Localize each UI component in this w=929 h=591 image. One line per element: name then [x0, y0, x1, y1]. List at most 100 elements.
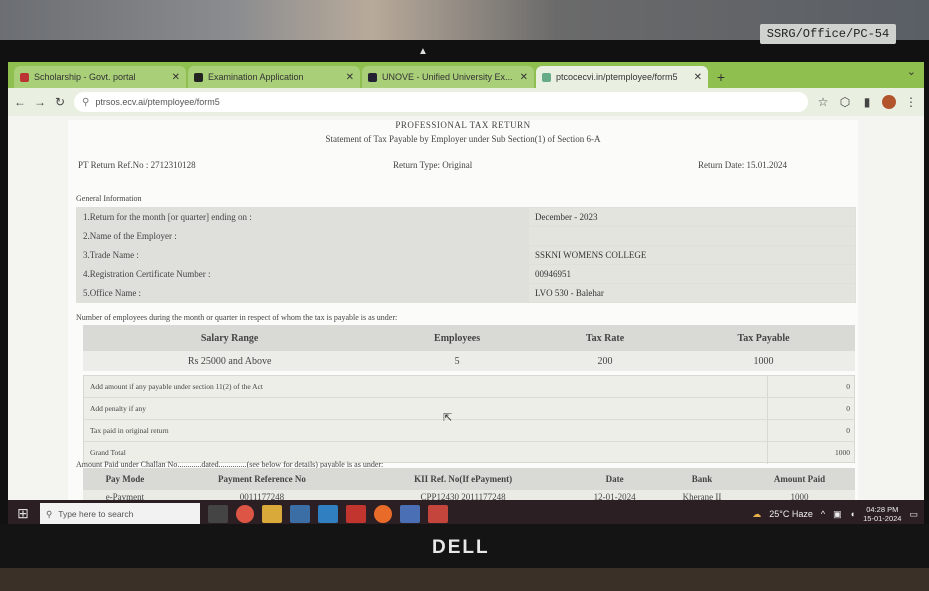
new-tab-button[interactable]: + [710, 66, 732, 88]
table-row: 3.Trade Name : SSKNI WOMENS COLLEGE [76, 245, 856, 265]
return-ref-number: PT Return Ref.No : 2712310128 [78, 160, 196, 170]
adjustment-value: 0 [846, 404, 850, 413]
browser-tab[interactable]: Examination Application ✕ [188, 66, 360, 88]
table-row: 1.Return for the month [or quarter] endi… [76, 207, 856, 227]
profile-avatar[interactable] [882, 95, 896, 109]
table-cell: 5 [376, 351, 538, 371]
volume-icon[interactable]: ◖ [850, 509, 855, 519]
site-info-icon[interactable]: ⚲ [82, 97, 89, 108]
mail-icon[interactable] [318, 505, 338, 523]
task-view-icon[interactable] [208, 505, 228, 523]
browser-tab[interactable]: Scholarship - Govt. portal ✕ [14, 66, 186, 88]
address-bar[interactable]: ⚲ ptrsos.ecv.ai/ptemployee/form5 [74, 92, 808, 112]
column-header: Tax Payable [672, 325, 855, 351]
firefox-icon[interactable] [374, 505, 392, 523]
browser-toolbar: ← → ↻ ⚲ ptrsos.ecv.ai/ptemployee/form5 ☆… [8, 88, 924, 116]
tab-favicon-icon [20, 72, 29, 82]
adjustment-label: Tax paid in original return [90, 426, 169, 435]
adjustment-value: 1000 [835, 448, 850, 457]
chevron-up-icon[interactable]: ^ [821, 509, 825, 519]
table-cell: Rs 25000 and Above [83, 351, 377, 371]
close-tab-icon[interactable]: ✕ [694, 72, 702, 83]
menu-icon[interactable]: ⋮ [904, 95, 918, 109]
table-cell: 1000 [672, 351, 855, 371]
browser-tab-active[interactable]: ptcocecvi.in/ptemployee/form5 ✕ [536, 66, 708, 88]
column-header: Pay Mode [83, 468, 167, 490]
tab-label: UNOVE - Unified University Ex... [382, 72, 513, 82]
table-row: Rs 25000 and Above 5 200 1000 [83, 351, 855, 371]
field-label: 3.Trade Name : [76, 245, 529, 265]
store-icon[interactable] [290, 505, 310, 523]
tab-search-icon[interactable]: ⌄ [907, 65, 916, 78]
return-type: Return Type: Original [393, 160, 473, 170]
column-header: Tax Rate [537, 325, 673, 351]
weather-icon: ☁ [752, 508, 762, 519]
browser-tab[interactable]: UNOVE - Unified University Ex... ✕ [362, 66, 534, 88]
notification-icon[interactable]: ▭ [909, 509, 918, 520]
table-cell: 200 [537, 351, 673, 371]
tab-label: Examination Application [208, 72, 304, 82]
return-date: Return Date: 15.01.2024 [698, 160, 787, 170]
app-icon[interactable] [428, 505, 448, 523]
back-icon[interactable]: ← [14, 95, 26, 109]
forward-icon[interactable]: → [34, 95, 46, 109]
app-icon[interactable] [400, 505, 420, 523]
adjustment-label: Add amount if any payable under section … [90, 382, 264, 391]
adjustment-row: Add amount if any payable under section … [84, 376, 854, 398]
table-header-row: Salary Range Employees Tax Rate Tax Paya… [83, 325, 855, 351]
taskbar-clock[interactable]: 04:28 PM 15-01-2024 [863, 505, 901, 523]
reload-icon[interactable]: ↻ [54, 95, 66, 109]
close-tab-icon[interactable]: ✕ [346, 72, 354, 83]
network-icon[interactable]: ▣ [833, 509, 842, 520]
field-label: 1.Return for the month [or quarter] endi… [76, 207, 529, 227]
general-info-heading: General Information [76, 194, 142, 203]
payment-table: Pay Mode Payment Reference No KII Ref. N… [83, 468, 855, 504]
app-icon[interactable] [346, 505, 366, 523]
employees-heading: Number of employees during the month or … [76, 313, 398, 322]
bookmark-star-icon[interactable]: ☆ [816, 95, 830, 109]
system-tray: ☁ 25°C Haze ^ ▣ ◖ 04:28 PM 15-01-2024 ▭ [752, 505, 918, 523]
taskbar-search[interactable]: ⚲ Type here to search [40, 503, 200, 525]
clock-time: 04:28 PM [866, 505, 899, 514]
tab-favicon-icon [542, 72, 551, 82]
table-row: 2.Name of the Employer : [76, 226, 856, 246]
field-label: 4.Registration Certificate Number : [76, 264, 529, 284]
table-row: 5.Office Name : LVO 530 - Balehar [76, 283, 856, 303]
field-label: 2.Name of the Employer : [76, 226, 529, 246]
monitor-screen: Scholarship - Govt. portal ✕ Examination… [8, 62, 924, 528]
field-value: LVO 530 - Balehar [528, 283, 856, 303]
tab-label: ptcocecvi.in/ptemployee/form5 [556, 72, 678, 82]
adjustment-value: 0 [846, 382, 850, 391]
field-value: 00946951 [528, 264, 856, 284]
mouse-cursor-icon: ⇱ [443, 412, 453, 424]
close-tab-icon[interactable]: ✕ [172, 72, 180, 83]
wall-sticker: SSRG/Office/PC-54 [760, 24, 896, 44]
desk-surface [0, 568, 929, 591]
adjustment-label: Grand Total [90, 448, 126, 457]
search-icon: ⚲ [46, 508, 53, 519]
weather-text[interactable]: 25°C Haze [769, 509, 813, 519]
form-title: PROFESSIONAL TAX RETURN [395, 120, 531, 130]
column-header: Payment Reference No [166, 468, 358, 490]
column-header: Employees [376, 325, 538, 351]
tab-label: Scholarship - Govt. portal [34, 72, 136, 82]
adjustment-row: Add penalty if any 0 [84, 398, 854, 420]
extensions-icon[interactable]: ⬡ [838, 95, 852, 109]
employees-table: Salary Range Employees Tax Rate Tax Paya… [83, 325, 855, 371]
windows-start-icon[interactable]: ⊞ [14, 505, 32, 523]
column-header: Date [569, 468, 661, 490]
chrome-icon[interactable] [236, 505, 254, 523]
form-subtitle: Statement of Tax Payable by Employer und… [325, 134, 601, 144]
tab-favicon-icon [194, 72, 203, 82]
field-value: SSKNI WOMENS COLLEGE [528, 245, 856, 265]
file-explorer-icon[interactable] [262, 505, 282, 523]
field-value: December - 2023 [528, 207, 856, 227]
sidebar-icon[interactable]: ▮ [860, 95, 874, 109]
adjustment-label: Add penalty if any [90, 404, 147, 413]
tax-return-page: PROFESSIONAL TAX RETURN Statement of Tax… [68, 120, 858, 504]
column-header: KII Ref. No(If ePayment) [357, 468, 570, 490]
clock-date: 15-01-2024 [863, 514, 902, 523]
monitor-logo: DELL [432, 537, 490, 558]
general-info-table: 1.Return for the month [or quarter] endi… [76, 207, 856, 303]
close-tab-icon[interactable]: ✕ [520, 72, 528, 83]
